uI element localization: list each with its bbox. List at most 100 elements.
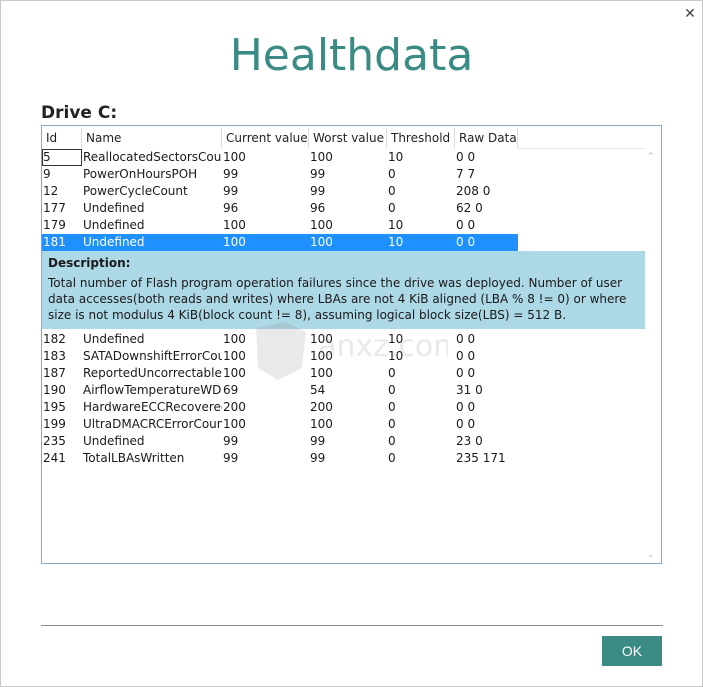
cell-name: AirflowTemperatureWD [83, 383, 222, 397]
cell-current-value: 100 [223, 218, 246, 232]
header-filler [518, 128, 645, 149]
cell-name: SATADownshiftErrorCou [83, 349, 222, 363]
cell-worst-value: 99 [310, 167, 326, 181]
cell-id: 195 [43, 400, 66, 414]
cell-current-value: 99 [223, 434, 239, 448]
cell-id: 235 [43, 434, 66, 448]
row-filler [518, 149, 645, 166]
cell-threshold: 0 [388, 400, 396, 414]
close-icon[interactable]: ✕ [680, 4, 700, 24]
cell-raw-data: 0 0 [456, 332, 476, 346]
cell-worst-value: 100 [310, 218, 333, 232]
cell-current-value: 96 [223, 201, 239, 215]
page-title: Healthdata [229, 30, 474, 81]
row-filler [518, 416, 645, 433]
cell-threshold: 0 [388, 201, 396, 215]
table-row[interactable]: 12 PowerCycleCount 99 99 0 208 0 [42, 183, 645, 200]
row-filler [518, 234, 645, 251]
table-row[interactable]: 5 ReallocatedSectorsCoun 100 100 10 0 0 [42, 149, 645, 166]
table-row[interactable]: 9 PowerOnHoursPOH 99 99 0 7 7 [42, 166, 645, 183]
column-header-id[interactable]: Id [42, 128, 82, 148]
bottom-divider [41, 625, 663, 626]
cell-id: 12 [43, 184, 59, 198]
row-filler [518, 382, 645, 399]
cell-threshold: 0 [388, 451, 396, 465]
cell-id: 190 [43, 383, 66, 397]
column-header-current-value[interactable]: Current value [222, 128, 309, 148]
row-filler [518, 331, 645, 348]
table-row[interactable]: 181 Undefined 100 100 10 0 0 [42, 234, 645, 251]
table-row[interactable]: 190 AirflowTemperatureWD 69 54 0 31 0 [42, 382, 645, 399]
table-row[interactable]: 235 Undefined 99 99 0 23 0 [42, 433, 645, 450]
cell-name: Undefined [83, 218, 145, 232]
cell-worst-value: 100 [310, 150, 333, 164]
cell-raw-data: 0 0 [456, 150, 476, 164]
cell-name: TotalLBAsWritten [83, 451, 185, 465]
table-row[interactable]: 199 UltraDMACRCErrorCoun 100 100 0 0 0 [42, 416, 645, 433]
cell-name: ReportedUncorrectableE [83, 366, 222, 380]
cell-threshold: 0 [388, 366, 396, 380]
cell-threshold: 0 [388, 417, 396, 431]
cell-raw-data: 31 0 [456, 383, 483, 397]
cell-id: 199 [43, 417, 66, 431]
cell-current-value: 100 [223, 417, 246, 431]
cell-id: 179 [43, 218, 66, 232]
cell-name: Undefined [83, 201, 145, 215]
table-row[interactable]: 187 ReportedUncorrectableE 100 100 0 0 0 [42, 365, 645, 382]
cell-name: UltraDMACRCErrorCoun [83, 417, 222, 431]
cell-current-value: 99 [223, 167, 239, 181]
cell-id: 241 [43, 451, 66, 465]
column-header-name[interactable]: Name [82, 128, 222, 148]
cell-id: 182 [43, 332, 66, 346]
cell-worst-value: 99 [310, 184, 326, 198]
cell-name: PowerOnHoursPOH [83, 167, 198, 181]
row-filler [518, 217, 645, 234]
row-filler [518, 450, 645, 467]
scroll-up-icon[interactable]: ⌃ [647, 152, 655, 162]
cell-id: 187 [43, 366, 66, 380]
table-row[interactable]: 195 HardwareECCRecovered 200 200 0 0 0 [42, 399, 645, 416]
smart-attributes-list[interactable]: Id Name Current value Worst value Thresh… [41, 125, 662, 564]
cell-id: 181 [42, 234, 82, 251]
description-title: Description: [48, 256, 131, 270]
cell-worst-value: 99 [310, 451, 326, 465]
row-filler [518, 348, 645, 365]
cell-threshold: 10 [388, 332, 404, 346]
cell-current-value: 99 [223, 184, 239, 198]
cell-worst-value: 54 [310, 383, 326, 397]
scroll-down-icon[interactable]: ⌄ [647, 550, 655, 560]
cell-name: Undefined [83, 332, 145, 346]
description-panel: Description: Total number of Flash progra… [42, 251, 645, 329]
cell-threshold: 10 [388, 150, 404, 164]
cell-worst-value: 100 [310, 417, 333, 431]
cell-threshold: 10 [388, 349, 404, 363]
column-header-raw-data[interactable]: Raw Data [455, 128, 518, 148]
cell-worst-value: 100 [310, 349, 333, 363]
cell-raw-data: 235 171 [456, 451, 506, 465]
cell-current-value: 69 [223, 383, 239, 397]
cell-name: Undefined [83, 434, 145, 448]
row-filler [518, 166, 645, 183]
cell-threshold: 0 [388, 434, 396, 448]
cell-id: 9 [43, 167, 51, 181]
cell-raw-data: 23 0 [456, 434, 483, 448]
table-row[interactable]: 177 Undefined 96 96 0 62 0 [42, 200, 645, 217]
list-header: Id Name Current value Worst value Thresh… [42, 128, 518, 148]
column-header-threshold[interactable]: Threshold [387, 128, 455, 148]
cell-worst-value: 100 [309, 234, 387, 251]
cell-raw-data: 0 0 [456, 366, 476, 380]
row-filler [518, 200, 645, 217]
table-row[interactable]: 182 Undefined 100 100 10 0 0 [42, 331, 645, 348]
description-text: Total number of Flash program operation … [48, 276, 627, 322]
cell-name: HardwareECCRecovered [83, 400, 222, 414]
table-row[interactable]: 241 TotalLBAsWritten 99 99 0 235 171 [42, 450, 645, 467]
list-rows: 5 ReallocatedSectorsCoun 100 100 10 0 0 9 Power… [42, 149, 645, 467]
cell-name: Undefined [82, 234, 222, 251]
row-filler [518, 365, 645, 382]
cell-threshold: 0 [388, 184, 396, 198]
column-header-worst-value[interactable]: Worst value [309, 128, 387, 148]
cell-threshold: 10 [387, 234, 455, 251]
ok-button[interactable]: OK [602, 636, 662, 666]
table-row[interactable]: 179 Undefined 100 100 10 0 0 [42, 217, 645, 234]
table-row[interactable]: 183 SATADownshiftErrorCou 100 100 10 0 0 [42, 348, 645, 365]
